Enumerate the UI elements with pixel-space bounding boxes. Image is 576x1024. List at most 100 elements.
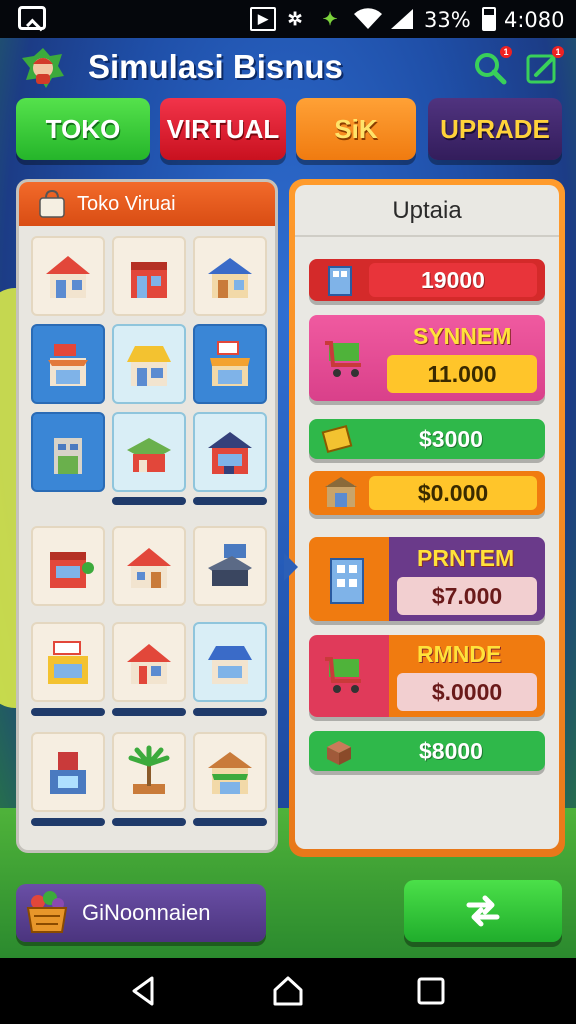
blue-awning-store-icon — [208, 646, 252, 684]
page-title: Simulasi Bisnus — [88, 48, 343, 85]
upgrade-item[interactable]: $8000 — [309, 731, 545, 771]
upgrade-panel-title: Uptaia — [392, 197, 462, 224]
battery-icon — [482, 7, 496, 31]
store-tile[interactable] — [112, 732, 186, 812]
back-icon[interactable] — [126, 974, 160, 1008]
small-shop-icon — [325, 477, 357, 507]
store-tile[interactable] — [112, 324, 186, 404]
red-roof-shop-icon — [127, 644, 171, 684]
store-tile[interactable] — [31, 732, 105, 812]
store-tile[interactable] — [112, 412, 186, 492]
store-tile[interactable] — [31, 622, 105, 702]
cafe-store-icon — [50, 552, 94, 588]
panel-arrow-icon — [284, 553, 298, 581]
store-panel-title: Toko Viruai — [77, 193, 176, 215]
awning-store-icon — [210, 341, 250, 386]
store-tile[interactable] — [112, 236, 186, 316]
divider — [295, 235, 559, 237]
red-roof-store-icon — [46, 256, 90, 298]
crate-icon — [327, 741, 351, 765]
tab-toko[interactable]: TOKO — [16, 98, 150, 160]
upgrade-item[interactable]: SYNNEM 11.000 — [309, 315, 545, 401]
tile-progress-bar — [31, 818, 105, 826]
shopping-cart-icon — [325, 657, 361, 693]
signal-icon — [388, 7, 416, 31]
store-tile[interactable] — [31, 236, 105, 316]
market-store-icon — [48, 641, 88, 684]
swap-button[interactable] — [404, 880, 562, 942]
search-badge: 1 — [500, 46, 512, 58]
navigation-bar — [0, 958, 576, 1024]
store-tile[interactable] — [193, 732, 267, 812]
store-tile[interactable] — [193, 236, 267, 316]
home-icon[interactable] — [271, 974, 305, 1008]
store-tile[interactable] — [31, 412, 105, 492]
store-tile[interactable] — [193, 622, 267, 702]
game-notification-icon: ✦ — [322, 8, 338, 29]
upgrade-item[interactable]: PRNTEM $7.000 — [309, 537, 545, 621]
shopping-bag-icon — [39, 190, 65, 218]
cast-icon: ▶ — [250, 7, 276, 31]
basket-label: GiNoonnaien — [82, 900, 211, 925]
store-tile[interactable] — [31, 324, 105, 404]
status-bar: ▶ ✲ ✦ 33% 4:080 — [0, 0, 576, 38]
tile-progress-bar — [112, 708, 186, 716]
upgrade-price: 11.000 — [387, 355, 537, 393]
tab-uprade[interactable]: UPRADE — [428, 98, 562, 160]
recent-apps-icon[interactable] — [414, 974, 448, 1008]
gear-notification-icon: ✲ — [287, 8, 303, 29]
store-tile[interactable] — [112, 622, 186, 702]
upgrade-item[interactable]: RMNDE $.0000 — [309, 635, 545, 717]
tower-building-icon — [330, 558, 364, 604]
upgrade-label: RMNDE — [417, 641, 502, 667]
yellow-roof-store-icon — [127, 346, 171, 386]
navy-store-icon — [208, 432, 252, 474]
edit-badge: 1 — [552, 46, 564, 58]
upgrade-item[interactable]: 19000 — [309, 259, 545, 301]
tile-progress-bar — [193, 818, 267, 826]
upgrade-panel-inner: Uptaia 19000 SYNNEM 11.000 $3000 $0.000 … — [295, 185, 559, 849]
fruit-basket-icon — [26, 891, 68, 933]
tab-virtual[interactable]: VIRTUAL — [160, 98, 286, 160]
store-tile[interactable] — [112, 526, 186, 606]
tile-progress-bar — [193, 708, 267, 716]
upgrade-label: PRNTEM — [417, 545, 515, 571]
box-shop-icon — [50, 752, 86, 794]
cottage-store-icon — [127, 548, 171, 588]
upgrade-price: $7.000 — [397, 577, 537, 615]
store-panel-header: Toko Viruai — [19, 182, 275, 226]
tile-progress-bar — [31, 708, 105, 716]
upgrade-price: $8000 — [419, 737, 483, 764]
shop-sign-icon — [48, 344, 88, 386]
upgrade-price: $.0000 — [397, 673, 537, 711]
store-tile[interactable] — [193, 526, 267, 606]
green-roof-store-icon — [127, 438, 171, 472]
ticket-icon — [321, 425, 353, 453]
swap-icon — [466, 895, 500, 927]
store-tile[interactable] — [193, 324, 267, 404]
tile-progress-bar — [112, 818, 186, 826]
store-tile[interactable] — [31, 526, 105, 606]
store-tile[interactable] — [193, 412, 267, 492]
office-store-icon — [54, 438, 82, 474]
app-screen: Simulasi Bisnus 1 1 TOKO VIRTUAL SiK UPR… — [0, 38, 576, 958]
shopping-cart-icon — [325, 341, 361, 377]
store-grid — [29, 232, 269, 842]
battery-percent: 33% — [424, 8, 471, 32]
basket-button[interactable]: GiNoonnaien — [16, 884, 266, 942]
building-icon — [328, 266, 352, 296]
upgrade-item[interactable]: $3000 — [309, 419, 545, 459]
search-button[interactable]: 1 — [472, 46, 512, 86]
red-store-icon — [131, 262, 167, 298]
clock: 4:080 — [504, 8, 565, 32]
tab-sik[interactable]: SiK — [296, 98, 416, 160]
upgrade-label: SYNNEM — [413, 323, 512, 349]
tile-progress-bar — [112, 497, 186, 505]
edit-button[interactable]: 1 — [524, 46, 564, 86]
upgrade-panel: Uptaia 19000 SYNNEM 11.000 $3000 $0.000 … — [289, 179, 565, 857]
store-panel: Toko Viruai — [16, 179, 278, 853]
tile-progress-bar — [193, 497, 267, 505]
upgrade-item[interactable]: $0.000 — [309, 471, 545, 515]
app-logo-icon — [22, 48, 64, 88]
upgrade-price: $3000 — [419, 425, 483, 452]
